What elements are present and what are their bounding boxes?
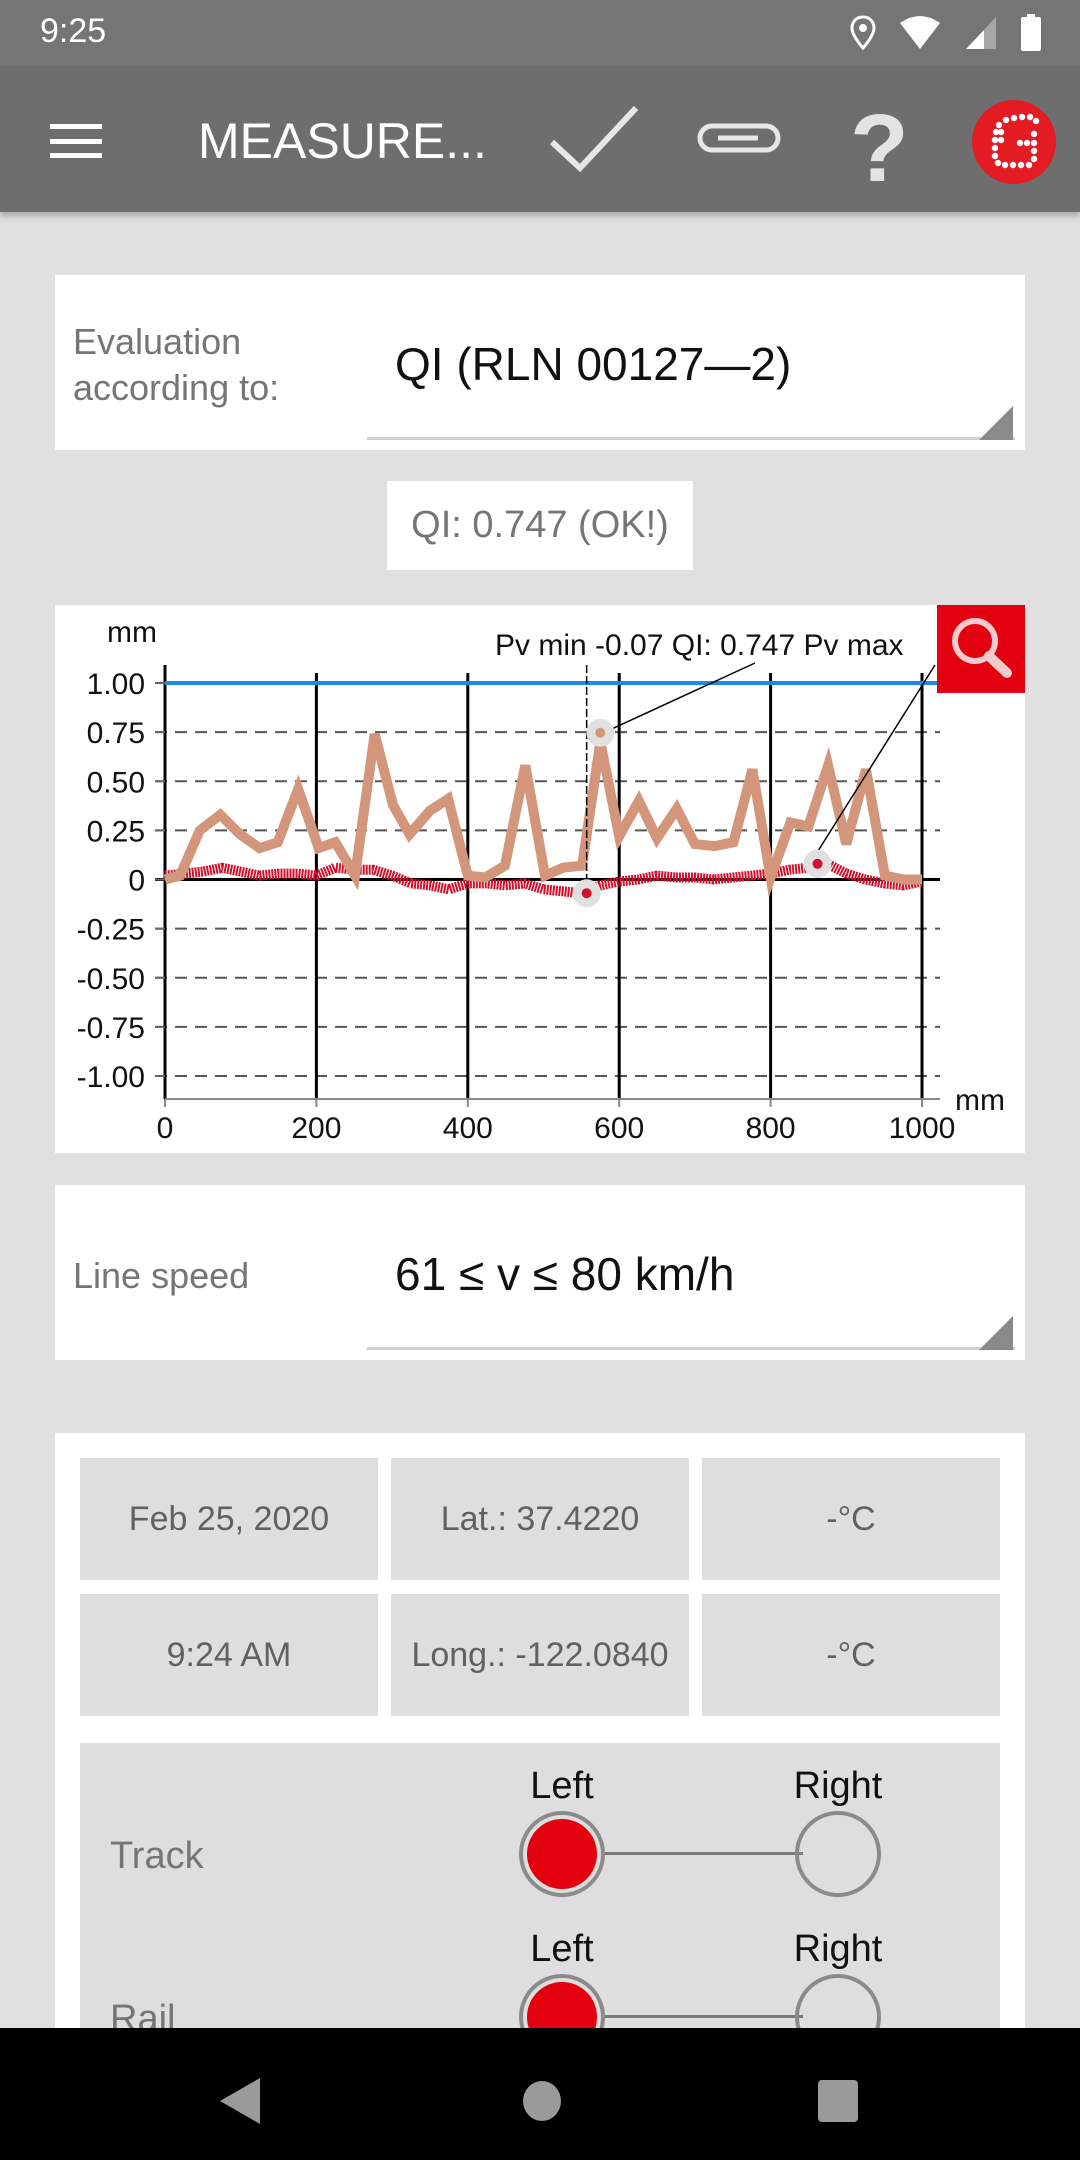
rail-connector	[605, 2015, 803, 2018]
profile-chart[interactable]: 1.00 0.75 0.50 0.25 0 -0.25 -0.50 -0.75 -1.00 0 20…	[55, 605, 1025, 1153]
y-tick-label: 0.50	[87, 766, 145, 799]
help-icon[interactable]: ?	[850, 94, 909, 204]
signal-icon	[964, 15, 998, 56]
chart-card: 1.00 0.75 0.50 0.25 0 -0.25 -0.50 -0.75 -1.00 0 20…	[55, 605, 1025, 1153]
track-label: Track	[110, 1835, 204, 1877]
qi-status-badge: QI: 0.747 (OK!)	[387, 481, 693, 570]
track-left-radio[interactable]	[519, 1811, 605, 1897]
status-icons	[850, 14, 1042, 57]
evaluation-value[interactable]: QI (RLN 00127—2)	[395, 337, 791, 391]
rail-left-label: Left	[530, 1928, 594, 1970]
track-right-label: Right	[793, 1765, 883, 1807]
brand-logo[interactable]	[972, 100, 1056, 184]
info-time: 9:24 AM	[80, 1594, 378, 1716]
hamburger-menu-icon[interactable]	[50, 124, 102, 158]
evaluation-label-line1: Evaluation	[73, 321, 242, 362]
page-title: MEASURE...	[198, 113, 487, 169]
home-button[interactable]	[523, 2081, 561, 2121]
chart-annotation: Pv min -0.07 QI: 0.747 Pv max	[495, 629, 904, 662]
x-tick-label: 400	[443, 1112, 493, 1145]
x-tick-label: 1000	[889, 1112, 956, 1145]
pv-max-marker	[812, 858, 823, 869]
x-tick-label: 800	[746, 1112, 796, 1145]
location-icon	[850, 15, 876, 56]
y-tick-label: -1.00	[77, 1061, 145, 1094]
info-temperature-2: -°C	[702, 1594, 1000, 1716]
track-connector	[605, 1852, 803, 1855]
qi-leader-line	[611, 662, 756, 730]
evaluation-label: Evaluation according to:	[73, 319, 279, 411]
evaluation-label-line2: according to:	[73, 367, 280, 408]
status-bar: 9:25	[0, 0, 1080, 66]
track-right-radio[interactable]	[795, 1811, 881, 1897]
zoom-button[interactable]	[937, 605, 1025, 693]
battery-icon	[1020, 14, 1042, 57]
x-tick-label: 0	[157, 1112, 174, 1145]
info-date: Feb 25, 2020	[80, 1458, 378, 1580]
pv-min-marker	[581, 888, 592, 899]
y-tick-label: 1.00	[87, 668, 145, 701]
paperclip-icon[interactable]	[694, 118, 784, 163]
spinner-underline	[367, 1347, 1015, 1350]
y-tick-label: 0	[128, 865, 145, 898]
status-time: 9:25	[40, 12, 107, 50]
evaluation-card: Evaluation according to: QI (RLN 00127—2…	[55, 275, 1025, 450]
y-tick-label: -0.75	[77, 1012, 145, 1045]
wifi-icon	[898, 15, 942, 56]
line-speed-card: Line speed 61 ≤ v ≤ 80 km/h	[55, 1185, 1025, 1360]
info-longitude: Long.: -122.0840	[391, 1594, 689, 1716]
spinner-underline	[367, 437, 1015, 440]
navigation-bar	[0, 2028, 1080, 2160]
info-temperature-1: -°C	[702, 1458, 1000, 1580]
line-speed-value[interactable]: 61 ≤ v ≤ 80 km/h	[395, 1247, 734, 1301]
y-tick-label: -0.25	[77, 914, 145, 947]
info-latitude: Lat.: 37.4220	[391, 1458, 689, 1580]
dropdown-arrow-icon[interactable]	[979, 406, 1013, 440]
qi-marker	[595, 727, 606, 738]
check-icon[interactable]	[548, 105, 640, 177]
app-bar: MEASURE... ?	[0, 66, 1080, 212]
rail-right-label: Right	[793, 1928, 883, 1970]
x-axis-label: mm	[955, 1084, 1005, 1117]
back-button[interactable]	[220, 2078, 260, 2124]
line-speed-label: Line speed	[73, 1255, 250, 1296]
y-tick-label: 0.75	[87, 717, 145, 750]
magnifier-icon	[952, 618, 1012, 678]
x-tick-label: 600	[594, 1112, 644, 1145]
y-tick-label: 0.25	[87, 815, 145, 848]
dropdown-arrow-icon[interactable]	[979, 1316, 1013, 1350]
recents-button[interactable]	[818, 2080, 858, 2122]
y-tick-label: -0.50	[77, 963, 145, 996]
x-tick-label: 200	[291, 1112, 341, 1145]
y-axis-label: mm	[107, 616, 157, 649]
track-left-label: Left	[530, 1765, 594, 1807]
